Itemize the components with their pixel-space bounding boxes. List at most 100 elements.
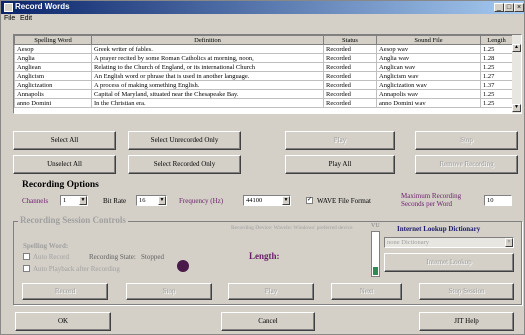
vu-level-bar [373,267,378,275]
scroll-up-arrow-icon[interactable]: ▲ [512,44,521,52]
length-label: Length: [249,251,280,261]
chevron-down-icon[interactable]: ▼ [282,196,290,205]
internet-lookup-button[interactable]: Internet Lookup [384,253,514,272]
window-title: Record Words [15,2,70,11]
recording-session-heading: Recording Session Controls [18,215,128,225]
cell: 1.25 [480,89,513,99]
title-bar: Record Words _ □ × [1,1,524,14]
channels-select[interactable]: 1 ▼ [60,195,88,206]
max-recording-label-line1: Maximum Recording [401,192,462,200]
frequency-select[interactable]: 44100 ▼ [243,195,291,206]
cancel-button[interactable]: Cancel [221,312,315,331]
column-header-status[interactable]: Status [323,35,377,45]
cell: Recorded [323,71,377,81]
cell: 1.25 [480,62,513,72]
play-all-button[interactable]: Play All [285,155,395,174]
table-scrollbar[interactable]: ▲ ▼ [512,35,521,113]
cell: Recorded [323,98,377,108]
table-row[interactable]: anno Domini In the Christian era. Recorded… [14,98,513,108]
table-row[interactable]: Aesop Greek writer of fables. Recorded Aeso… [14,44,513,54]
next-button[interactable]: Next [331,283,402,300]
table-row[interactable]: Anglia A prayer recited by some Roman Cat… [14,53,513,63]
column-header-sound-file[interactable]: Sound File [376,35,481,45]
menu-bar: File Edit [1,14,524,25]
frequency-value: 44100 [246,197,263,204]
cell: anno Domini [14,98,92,108]
channels-label: Channels [22,197,49,205]
play-button[interactable]: Play [285,131,395,150]
cell: Relating to the Church of England, or it… [91,62,324,72]
chevron-down-icon[interactable]: ▼ [79,196,87,205]
vu-meter [371,231,380,277]
stop-button[interactable]: Stop [415,131,518,150]
cell: Recorded [323,44,377,54]
record-button[interactable]: Record [22,283,108,300]
spelling-word-label: Spelling Word: [23,242,69,250]
dictionary-value: none Dictionary [387,239,430,246]
cell: Recorded [323,53,377,63]
recording-state-value: Stopped [141,253,164,261]
close-button[interactable]: × [514,3,524,12]
cell: Annapolis wav [376,89,481,99]
auto-playback-checkbox[interactable] [23,265,30,272]
table-row[interactable]: Annapolis Capital of Maryland, situated n… [14,89,513,99]
cell: Recorded [323,89,377,99]
channels-value: 1 [63,197,67,204]
wave-format-label: WAVE File Format [317,197,371,205]
column-header-definition[interactable]: Definition [91,35,324,45]
recording-indicator-icon [177,260,189,272]
unselect-all-button[interactable]: Unselect All [13,155,116,174]
cell: A process of making something English. [91,80,324,90]
column-header-spelling-word[interactable]: Spelling Word [14,35,92,45]
auto-playback-label: Auto Playback after Recording [33,265,120,273]
scroll-down-arrow-icon[interactable]: ▼ [512,104,521,112]
menu-file[interactable]: File [4,15,15,22]
cell: Anglican wav [376,62,481,72]
table-row[interactable]: Anglicization A process of making somethi… [14,80,513,90]
cell: 1.28 [480,53,513,63]
max-seconds-input[interactable]: 10 [484,195,512,206]
auto-record-label: Auto Record [33,253,69,261]
select-all-button[interactable]: Select All [13,131,116,150]
record-words-window: Record Words _ □ × File Edit Spelling Wo… [0,0,525,335]
auto-record-checkbox[interactable] [23,253,30,260]
session-play-button[interactable]: Play [228,283,314,300]
word-table[interactable]: Spelling Word Definition Status Sound Fi… [13,34,522,114]
cell: Aesop [14,44,92,54]
cell: Recorded [323,62,377,72]
cell: Capital of Maryland, situated near the C… [91,89,324,99]
cell: Aesop wav [376,44,481,54]
ok-button[interactable]: OK [15,312,111,331]
bit-rate-select[interactable]: 16 ▼ [136,195,167,206]
jit-help-button[interactable]: JIT Help [419,312,514,331]
maximize-button[interactable]: □ [504,3,514,12]
cell: 1.25 [480,98,513,108]
bit-rate-label: Bit Rate [103,197,127,205]
remove-recording-button[interactable]: Remove Recording [415,155,518,174]
session-stop-button[interactable]: Stop [126,283,212,300]
menu-edit[interactable]: Edit [20,15,32,22]
cell: Anglicization wav [376,80,481,90]
chevron-down-icon[interactable]: ▼ [505,238,513,247]
frequency-label: Frequency (Hz) [179,197,224,205]
app-icon [4,3,13,12]
wave-format-checkbox[interactable]: ✓ [306,197,313,204]
table-row[interactable]: Angliean Relating to the Church of Englan… [14,62,513,72]
column-header-length[interactable]: Length [480,35,513,45]
cell: Recorded [323,80,377,90]
cell: 1.37 [480,80,513,90]
cell: Annapolis [14,89,92,99]
stop-session-button[interactable]: Stop Session [419,283,514,300]
cell: An English word or phrase that is used i… [91,71,324,81]
minimize-button[interactable]: _ [494,3,504,12]
table-header-row: Spelling Word Definition Status Sound Fi… [14,35,513,45]
cell: Anglia wav [376,53,481,63]
select-unrecorded-only-button[interactable]: Select Unrecorded Only [128,131,241,150]
select-recorded-only-button[interactable]: Select Recorded Only [128,155,241,174]
cell: A prayer recited by some Roman Catholics… [91,53,324,63]
cell: In the Christian era. [91,98,324,108]
chevron-down-icon[interactable]: ▼ [158,196,166,205]
dictionary-select[interactable]: none Dictionary ▼ [384,237,514,248]
table-row[interactable]: Anglicism An English word or phrase that … [14,71,513,81]
cell: Greek writer of fables. [91,44,324,54]
